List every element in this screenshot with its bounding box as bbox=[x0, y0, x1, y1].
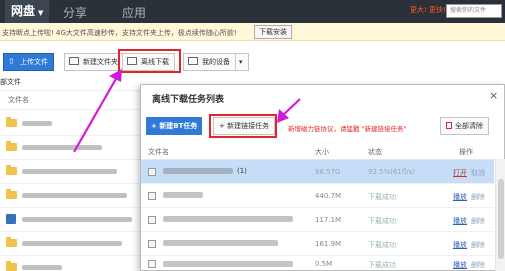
folder-icon bbox=[6, 189, 17, 199]
task-size: 440.7M bbox=[315, 192, 342, 200]
folder-icon bbox=[6, 141, 17, 151]
file-name-redacted bbox=[22, 241, 122, 246]
new-link-task-highlight bbox=[209, 114, 277, 138]
new-folder-label: 新建文件夹 bbox=[83, 58, 118, 66]
task-name-redacted bbox=[163, 168, 233, 174]
task-play-link[interactable]: 播放 bbox=[453, 192, 467, 202]
dropdown-arrow-icon: ▾ bbox=[235, 54, 243, 70]
task-name: (1) bbox=[237, 167, 247, 175]
scroll-thumb[interactable] bbox=[498, 179, 504, 259]
file-name-redacted bbox=[22, 217, 132, 222]
upload-icon: ⇧ bbox=[8, 57, 15, 66]
new-bt-task-button[interactable]: + 新建BT任务 bbox=[146, 117, 203, 135]
task-status: 92.5%(61fl/s) bbox=[368, 168, 416, 176]
task-delete-link[interactable]: 删除 bbox=[471, 240, 485, 250]
file-row[interactable] bbox=[0, 112, 140, 136]
task-size: 161.9M bbox=[315, 240, 342, 248]
task-size: 117.1M bbox=[315, 216, 342, 224]
file-name-redacted bbox=[22, 121, 52, 126]
task-delete-link[interactable]: 删除 bbox=[471, 260, 485, 270]
file-name-column-header[interactable]: 文件名 bbox=[0, 90, 140, 110]
file-icon bbox=[148, 192, 156, 200]
dialog-title: 离线下载任务列表 bbox=[152, 95, 225, 105]
task-row[interactable]: 117.1M 下载成功 播放 删除 bbox=[141, 208, 494, 232]
task-cancel-link[interactable]: 取消 bbox=[471, 168, 485, 178]
vip-promo-link[interactable]: 更大! 更快! bbox=[410, 5, 446, 15]
task-name-redacted bbox=[163, 261, 293, 267]
file-row[interactable] bbox=[0, 160, 140, 184]
nav-share[interactable]: 分享 bbox=[63, 4, 87, 21]
file-row[interactable] bbox=[0, 184, 140, 208]
video-file-icon bbox=[6, 214, 16, 224]
chevron-down-icon: ▼ bbox=[38, 9, 44, 17]
scrollbar[interactable] bbox=[495, 159, 505, 271]
trash-icon bbox=[446, 121, 452, 129]
task-name-redacted bbox=[163, 240, 278, 246]
task-play-link[interactable]: 播放 bbox=[453, 260, 467, 270]
file-row[interactable] bbox=[0, 256, 140, 271]
file-name-redacted bbox=[22, 193, 127, 198]
new-folder-button[interactable]: 新建文件夹 bbox=[64, 53, 124, 71]
column-header-name: 文件名 bbox=[148, 148, 169, 156]
file-name-redacted bbox=[22, 169, 117, 174]
file-icon bbox=[148, 216, 156, 224]
file-name-redacted bbox=[22, 265, 62, 270]
task-status: 下载成功 bbox=[368, 217, 396, 225]
file-name-redacted bbox=[22, 145, 102, 150]
offline-download-dialog: 离线下载任务列表 × + 新建BT任务 + 新建链接任务 新增磁力链协议，请猛戳… bbox=[140, 84, 505, 271]
magnet-hint-text: 新增磁力链协议，请猛戳 "新建链接任务" bbox=[288, 125, 407, 133]
nav-cloud-disk-label: 网盘 bbox=[11, 4, 36, 18]
folder-icon bbox=[6, 165, 17, 175]
close-icon[interactable]: × bbox=[489, 89, 498, 102]
task-delete-link[interactable]: 删除 bbox=[471, 192, 485, 202]
folder-icon bbox=[6, 261, 17, 271]
nav-cloud-disk[interactable]: 网盘 ▼ bbox=[5, 0, 50, 23]
task-status: 下载成功 bbox=[368, 193, 396, 201]
column-header-operation: 操作 bbox=[459, 148, 473, 156]
install-button[interactable]: 下载安装 bbox=[254, 25, 292, 39]
folder-icon bbox=[6, 237, 17, 247]
toolbar: ⇧ 上传文件 新建文件夹 离线下载 我的设备 ▾ bbox=[0, 41, 505, 75]
file-row[interactable] bbox=[0, 136, 140, 160]
folder-icon bbox=[69, 57, 79, 65]
notice-bar: 支持断点上传啦! 4G大文件高速秒传，支持文件夹上传，极点续传随心所欲! 下载安… bbox=[0, 23, 505, 41]
task-row[interactable]: 161.9M 下载成功 播放 删除 bbox=[141, 232, 494, 256]
upload-button-label: 上传文件 bbox=[20, 58, 48, 66]
top-navigation-bar: 网盘 ▼ 分享 应用 更大! 更快! 搜索你的文件 bbox=[0, 0, 505, 23]
task-status: 下载成功 bbox=[368, 241, 396, 249]
folder-icon bbox=[6, 117, 17, 127]
offline-download-highlight bbox=[118, 49, 181, 73]
clear-all-label: 全部清除 bbox=[455, 122, 483, 130]
file-icon bbox=[148, 240, 156, 248]
task-row[interactable]: (1) 88.57G 92.5%(61fl/s) 打开 取消 bbox=[141, 160, 494, 184]
task-status: 下载成功 bbox=[368, 261, 396, 269]
task-row[interactable]: 440.7M 下载成功 播放 删除 bbox=[141, 184, 494, 208]
nav-apps[interactable]: 应用 bbox=[122, 4, 146, 21]
file-row[interactable] bbox=[0, 208, 140, 232]
search-input[interactable]: 搜索你的文件 bbox=[446, 4, 502, 18]
task-play-link[interactable]: 播放 bbox=[453, 240, 467, 250]
new-bt-task-label: 新建BT任务 bbox=[159, 122, 198, 130]
task-delete-link[interactable]: 删除 bbox=[471, 216, 485, 226]
task-size: 88.57G bbox=[315, 168, 341, 176]
task-size: 0.5M bbox=[315, 260, 333, 268]
column-header-size: 大小 bbox=[315, 148, 329, 156]
file-icon bbox=[148, 168, 156, 176]
task-play-link[interactable]: 播放 bbox=[453, 216, 467, 226]
device-icon bbox=[188, 57, 198, 65]
my-device-button[interactable]: 我的设备 ▾ bbox=[183, 53, 249, 71]
task-row[interactable]: 0.5M 下载成功 播放 删除 bbox=[141, 256, 494, 271]
clear-all-button[interactable]: 全部清除 bbox=[440, 117, 489, 135]
upload-button[interactable]: ⇧ 上传文件 bbox=[3, 53, 54, 71]
task-name-redacted bbox=[163, 192, 203, 198]
task-name-redacted bbox=[163, 216, 293, 222]
file-icon bbox=[148, 260, 156, 268]
notice-text: 支持断点上传啦! 4G大文件高速秒传，支持文件夹上传，极点续传随心所欲! bbox=[2, 29, 237, 37]
column-header-status: 状态 bbox=[368, 148, 382, 156]
task-open-link[interactable]: 打开 bbox=[453, 168, 467, 178]
file-row[interactable] bbox=[0, 232, 140, 256]
my-device-label: 我的设备 bbox=[202, 58, 230, 66]
